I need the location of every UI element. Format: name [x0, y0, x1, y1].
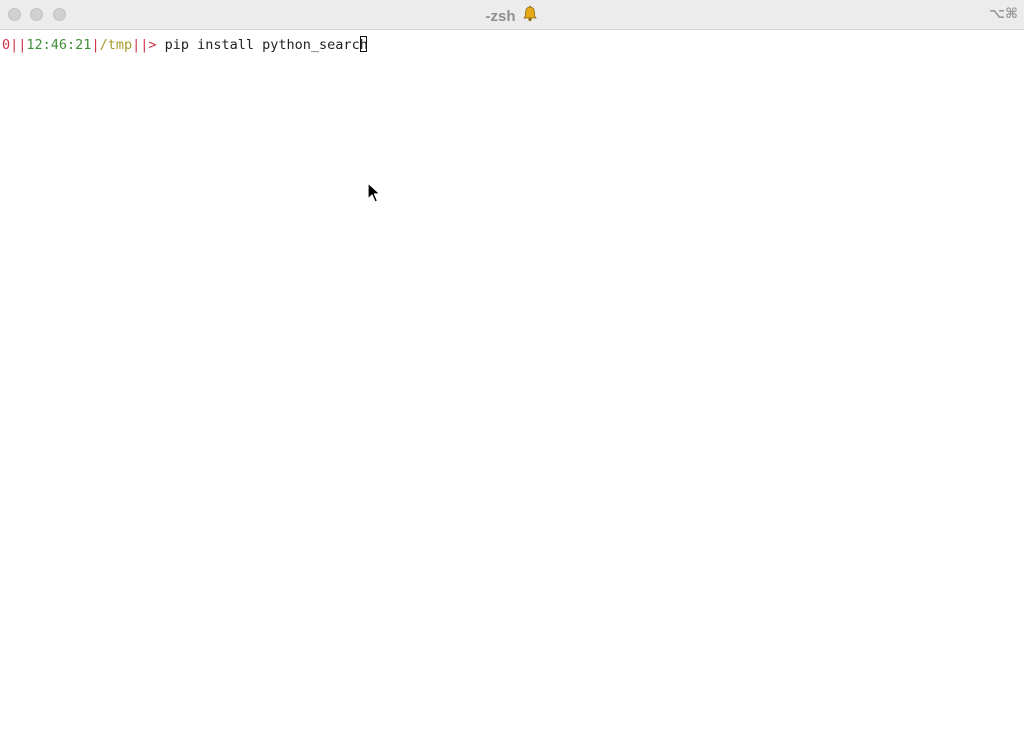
- terminal-window: -zsh ⌥⌘ 0||12:46:21|/tmp||> pip install …: [0, 0, 1024, 752]
- window-title-text: -zsh: [485, 8, 516, 25]
- mouse-pointer-icon: [367, 182, 381, 204]
- prompt-path: /tmp: [99, 37, 133, 53]
- title-bar[interactable]: -zsh ⌥⌘: [0, 0, 1024, 30]
- prompt-time: 12:46:21: [26, 37, 92, 53]
- exit-status: 0: [2, 37, 11, 53]
- prompt-separator: |: [91, 37, 100, 53]
- keyboard-shortcut-indicator: ⌥⌘: [988, 6, 1018, 22]
- prompt-line: 0||12:46:21|/tmp||> pip install python_s…: [2, 36, 368, 54]
- bell-icon: [521, 5, 539, 28]
- command-input[interactable]: pip install python_search: [157, 37, 368, 53]
- prompt-separator: ||: [132, 37, 149, 53]
- prompt-separator: ||: [10, 37, 27, 53]
- terminal-content[interactable]: 0||12:46:21|/tmp||> pip install python_s…: [0, 31, 1024, 752]
- window-title: -zsh: [0, 5, 1024, 28]
- text-cursor: [359, 36, 367, 52]
- prompt-arrow: >: [148, 37, 157, 53]
